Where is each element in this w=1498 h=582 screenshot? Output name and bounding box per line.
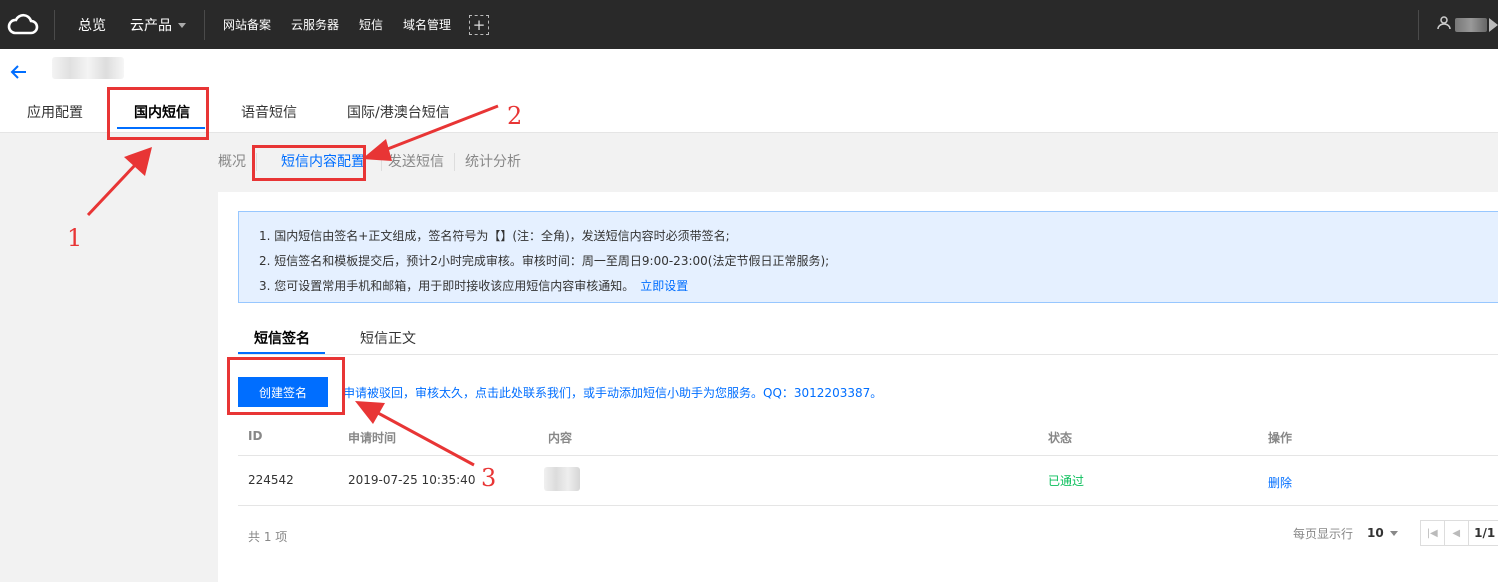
cell-id: 224542 xyxy=(248,473,294,487)
notice-line: 2. 短信签名和模板提交后，预计2小时完成审核。审核时间：周一至周日9:00-2… xyxy=(259,254,830,268)
cloud-logo-icon[interactable] xyxy=(0,0,46,49)
annotation-box-1 xyxy=(107,87,209,140)
cell-content xyxy=(544,467,580,491)
nav-products[interactable]: 云产品 xyxy=(120,15,200,35)
cell-time: 2019-07-25 10:35:40 xyxy=(348,473,476,487)
annotation-box-2 xyxy=(252,145,366,181)
annotation-number-2: 2 xyxy=(507,102,523,130)
nav-link-sms[interactable]: 短信 xyxy=(349,16,393,33)
prev-page-icon[interactable]: ◀ xyxy=(1445,521,1469,545)
nav-divider xyxy=(204,9,205,40)
chevron-down-icon xyxy=(178,23,186,28)
tab-app-config[interactable]: 应用配置 xyxy=(27,93,83,133)
top-nav: 总览 云产品 网站备案 云服务器 短信 域名管理 + xyxy=(0,0,1498,49)
nav-link-beian[interactable]: 网站备案 xyxy=(213,16,281,33)
col-action: 操作 xyxy=(1268,431,1293,445)
table-header: ID 申请时间 内容 状态 操作 xyxy=(238,420,1498,456)
content-panel: 1. 国内短信由签名+正文组成，签名符号为【】(注：全角)，发送短信内容时必须带… xyxy=(218,192,1498,582)
table-footer: 共 1 项 每页显示行 10 |◀ ◀ 1/1 xyxy=(238,514,1498,554)
col-status: 状态 xyxy=(1048,431,1073,445)
subtab-overview[interactable]: 概况 xyxy=(218,153,256,171)
add-shortcut-icon[interactable]: + xyxy=(469,14,490,35)
tab-sms-body[interactable]: 短信正文 xyxy=(360,328,416,348)
col-id: ID xyxy=(248,429,263,443)
tab-sms-signature[interactable]: 短信签名 xyxy=(254,328,310,348)
annotation-box-3 xyxy=(227,357,345,415)
annotation-number-3: 3 xyxy=(481,464,497,492)
nav-link-cvm[interactable]: 云服务器 xyxy=(281,16,349,33)
table-row: 224542 2019-07-25 10:35:40 已通过 删除 xyxy=(238,456,1498,506)
per-page-select[interactable]: 10 xyxy=(1367,526,1398,540)
app-header: 应用配置 国内短信 语音短信 国际/港澳台短信 xyxy=(0,49,1498,133)
user-icon xyxy=(1437,15,1451,34)
notice-box: 1. 国内短信由签名+正文组成，签名符号为【】(注：全角)，发送短信内容时必须带… xyxy=(238,211,1498,303)
per-page-value: 10 xyxy=(1367,526,1384,540)
total-count: 共 1 项 xyxy=(248,530,288,544)
col-time: 申请时间 xyxy=(348,431,397,445)
per-page-label: 每页显示行 xyxy=(1293,526,1354,541)
nav-overview[interactable]: 总览 xyxy=(55,15,120,35)
subtab-statistics[interactable]: 统计分析 xyxy=(454,153,531,171)
page-indicator[interactable]: 1/1 xyxy=(1469,521,1498,545)
status-badge: 已通过 xyxy=(1048,474,1085,488)
subtab-send-sms[interactable]: 发送短信 xyxy=(381,153,454,171)
col-content: 内容 xyxy=(548,431,573,445)
app-name xyxy=(52,57,124,79)
chevron-down-icon xyxy=(1389,531,1398,536)
notice-line: 3. 您可设置常用手机和邮箱，用于即时接收该应用短信内容审核通知。 立即设置 xyxy=(259,274,1498,299)
first-page-icon[interactable]: |◀ xyxy=(1421,521,1445,545)
notice-line-text: 3. 您可设置常用手机和邮箱，用于即时接收该应用短信内容审核通知。 xyxy=(259,279,635,293)
tabs-divider xyxy=(238,354,1498,355)
page-controls: |◀ ◀ 1/1 xyxy=(1419,520,1498,546)
pagination: 每页显示行 10 |◀ ◀ 1/1 xyxy=(1293,520,1498,546)
setup-now-link[interactable]: 立即设置 xyxy=(640,279,688,293)
annotation-number-1: 1 xyxy=(67,224,83,252)
tab-international-sms[interactable]: 国际/港澳台短信 xyxy=(347,93,450,133)
user-menu[interactable] xyxy=(1418,0,1498,49)
nav-divider xyxy=(1418,9,1419,40)
notice-line: 1. 国内短信由签名+正文组成，签名符号为【】(注：全角)，发送短信内容时必须带… xyxy=(259,229,730,243)
signature-table: ID 申请时间 内容 状态 操作 224542 2019-07-25 10:35… xyxy=(238,420,1498,506)
nav-products-label: 云产品 xyxy=(130,17,172,34)
avatar xyxy=(1455,17,1487,32)
annotation-arrow-1 xyxy=(86,147,152,217)
nav-link-domain[interactable]: 域名管理 xyxy=(393,16,461,33)
contact-help-link[interactable]: 申请被驳回，审核太久，点击此处联系我们，或手动添加短信小助手为您服务。QQ：30… xyxy=(343,384,882,401)
tab-voice-sms[interactable]: 语音短信 xyxy=(241,93,297,133)
chevron-right-icon xyxy=(1489,17,1498,32)
back-arrow-icon[interactable] xyxy=(10,63,28,86)
delete-link[interactable]: 删除 xyxy=(1268,474,1292,491)
